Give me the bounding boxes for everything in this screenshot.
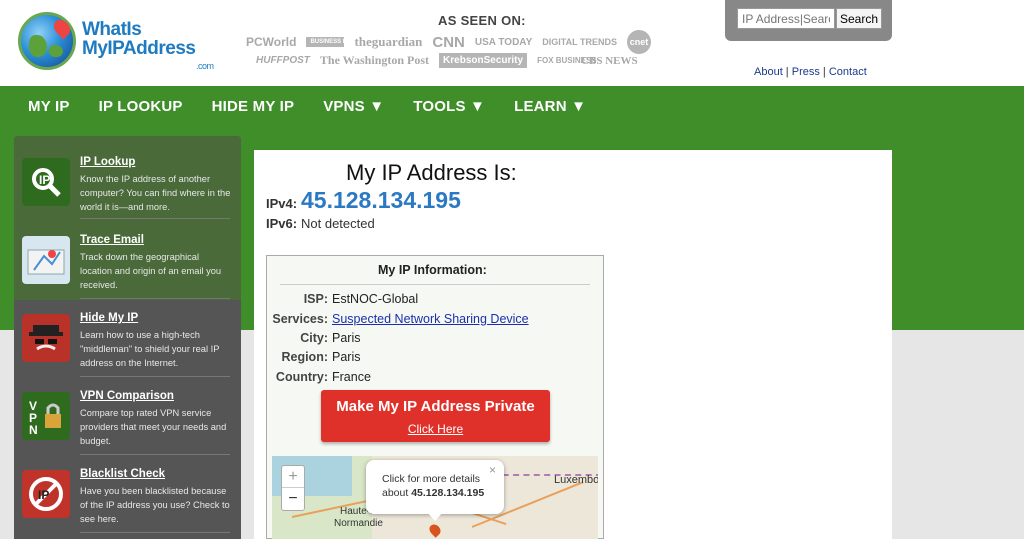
- zoom-out-button[interactable]: −: [282, 488, 304, 510]
- sidebar-item-blacklist-check[interactable]: IP Blacklist Check Have you been blackli…: [14, 456, 241, 534]
- search-button[interactable]: Search: [836, 8, 882, 29]
- press-logo: PCWorld: [246, 35, 297, 49]
- blacklist-icon: IP: [22, 470, 70, 518]
- nav-learn[interactable]: LEARN ▼: [514, 98, 586, 115]
- press-logo: CNN: [432, 33, 465, 51]
- contact-link[interactable]: Contact: [829, 66, 867, 78]
- map-popup[interactable]: × Click for more details about 45.128.13…: [366, 460, 504, 514]
- press-logo: HUFFPOST: [256, 55, 310, 66]
- isp-label: ISP:: [303, 292, 328, 306]
- as-seen-on-title: AS SEEN ON:: [438, 13, 526, 28]
- sidebar: IP IP Lookup Know the IP address of anot…: [14, 136, 241, 539]
- services-link[interactable]: Suspected Network Sharing Device: [332, 312, 529, 326]
- sidebar-item-title[interactable]: Trace Email: [80, 234, 144, 246]
- press-logo: DIGITAL TRENDS: [542, 37, 617, 47]
- isp-value: EstNOC-Global: [332, 292, 419, 306]
- press-logo: theguardian: [354, 34, 423, 49]
- sidebar-item-title[interactable]: Hide My IP: [80, 312, 138, 324]
- top-links: About | Press | Contact: [754, 66, 867, 78]
- globe-icon: [18, 12, 76, 70]
- sidebar-item-desc: Have you been blacklisted because of the…: [80, 486, 230, 524]
- services-label: Services:: [272, 312, 328, 326]
- sidebar-item-title[interactable]: IP Lookup: [80, 156, 135, 168]
- ipv6-label: IPv6:: [266, 216, 298, 231]
- svg-text:IP: IP: [39, 173, 50, 187]
- press-logo: The Washington Post: [319, 53, 430, 67]
- search-box: Search: [725, 0, 892, 41]
- sidebar-item-desc: Learn how to use a high-tech "middleman"…: [80, 330, 220, 368]
- nav-tools[interactable]: TOOLS ▼: [413, 98, 485, 115]
- nav-vpns[interactable]: VPNS ▼: [323, 98, 384, 115]
- city-value: Paris: [332, 331, 361, 345]
- sidebar-item-desc: Compare top rated VPN service providers …: [80, 408, 227, 446]
- sidebar-item-title[interactable]: VPN Comparison: [80, 390, 174, 402]
- vpn-lock-icon: VPN: [22, 392, 70, 440]
- cta-title: Make My IP Address Private: [336, 398, 535, 415]
- ip-info-title: My IP Information:: [378, 263, 487, 277]
- nav-ip-lookup[interactable]: IP LOOKUP: [99, 98, 183, 115]
- search-input[interactable]: [737, 8, 835, 29]
- page-title: My IP Address Is:: [346, 160, 517, 185]
- map-label: Normandie: [334, 518, 383, 529]
- press-link[interactable]: Press: [792, 66, 820, 78]
- sidebar-item-trace-email[interactable]: Trace Email Track down the geographical …: [14, 222, 241, 300]
- ipv4-label: IPv4:: [266, 196, 298, 211]
- logo-text: WhatIs MyIPAddress .com: [82, 19, 214, 71]
- map-icon: [22, 236, 70, 284]
- nav-hide-my-ip[interactable]: HIDE MY IP: [212, 98, 295, 115]
- site-header: WhatIs MyIPAddress .com AS SEEN ON: PCWo…: [0, 0, 1024, 86]
- popup-text: Click for more details about 45.128.134.…: [382, 473, 485, 499]
- city-label: City:: [300, 331, 328, 345]
- sidebar-item-desc: Track down the geographical location and…: [80, 252, 222, 290]
- press-logo: USA TODAY: [474, 36, 533, 48]
- nav-my-ip[interactable]: MY IP: [28, 98, 70, 115]
- sidebar-item-ip-lookup[interactable]: IP IP Lookup Know the IP address of anot…: [14, 144, 241, 222]
- ipv6-address: Not detected: [301, 216, 375, 231]
- press-logos-row-2: HUFFPOST The Washington Post KrebsonSecu…: [256, 53, 648, 68]
- about-link[interactable]: About: [754, 66, 783, 78]
- region-value: Paris: [332, 350, 361, 364]
- country-value: France: [332, 370, 371, 384]
- press-logo: CBS NEWS: [581, 54, 638, 67]
- press-logos-row-1: PCWorld BUSINESS INSIDER theguardian CNN…: [246, 30, 661, 54]
- country-label: Country:: [275, 370, 328, 384]
- sidebar-item-desc: Know the IP address of another computer?…: [80, 174, 231, 212]
- main-nav: MY IP IP LOOKUP HIDE MY IP VPNS ▼ TOOLS …: [28, 98, 615, 115]
- press-logo: cnet: [626, 30, 651, 54]
- map-label: Luxembourg: [554, 474, 598, 486]
- region-label: Region:: [281, 350, 328, 364]
- magnifier-icon: IP: [22, 158, 70, 206]
- cta-click-here-link[interactable]: Click Here: [321, 422, 550, 436]
- spy-icon: [22, 314, 70, 362]
- press-logo: FOX BUSINESS: [537, 55, 597, 65]
- map-zoom-control: + −: [281, 465, 305, 511]
- press-logo: KrebsonSecurity: [439, 53, 528, 68]
- site-logo[interactable]: WhatIs MyIPAddress .com: [18, 12, 214, 72]
- zoom-in-button[interactable]: +: [282, 466, 304, 488]
- ipv4-address: 45.128.134.195: [301, 187, 461, 213]
- sidebar-item-title[interactable]: Blacklist Check: [80, 468, 165, 480]
- sidebar-item-vpn-comparison[interactable]: VPN VPN Comparison Compare top rated VPN…: [14, 378, 241, 456]
- svg-text:N: N: [29, 423, 38, 436]
- svg-text:IP: IP: [38, 488, 49, 502]
- press-logo: BUSINESS INSIDER: [306, 37, 367, 47]
- make-ip-private-button[interactable]: Make My IP Address Private Click Here: [321, 390, 550, 442]
- sidebar-item-hide-my-ip[interactable]: Hide My IP Learn how to use a high-tech …: [14, 300, 241, 378]
